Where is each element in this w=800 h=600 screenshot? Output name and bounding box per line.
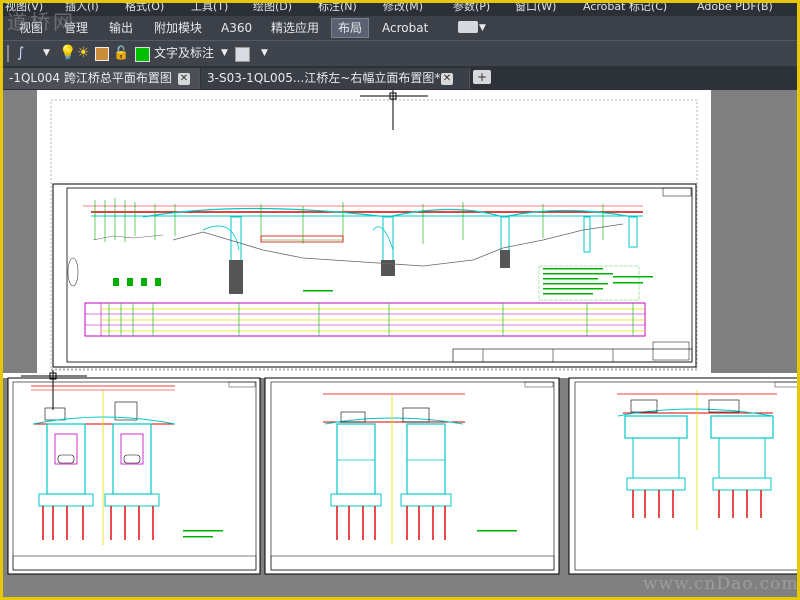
application-window: 视图(V) 插入(I) 格式(O) 工具(T) 绘图(D) 标注(N) 修改(M… [0, 0, 800, 600]
close-icon[interactable]: ✕ [178, 73, 190, 85]
elevation-viewport [52, 183, 697, 368]
freeze-viewport-icon[interactable] [95, 47, 109, 61]
watermark-bottom-right: www.cnDao.com [643, 574, 799, 594]
menu-acrobat-markup[interactable]: Acrobat 标记(C) [583, 3, 667, 13]
menu-dimension[interactable]: 标注(N) [318, 3, 357, 13]
tab-layout[interactable]: 布局 [331, 18, 370, 38]
polyline-icon[interactable]: ∫ [17, 45, 24, 62]
ribbon-display-toggle-icon[interactable] [458, 21, 478, 33]
menu-draw[interactable]: 绘图(D) [253, 3, 292, 13]
tab-a360[interactable]: A360 [215, 16, 258, 40]
file-tab-label: -1QL004 跨江桥总平面布置图 [9, 71, 172, 85]
tab-addins[interactable]: 附加模块 [148, 16, 208, 40]
pier-viewport-1 [7, 377, 261, 575]
menu-bar: 视图(V) 插入(I) 格式(O) 工具(T) 绘图(D) 标注(N) 修改(M… [3, 3, 797, 16]
layer-name[interactable]: 文字及标注 [154, 45, 214, 62]
drawing-graphics [3, 90, 797, 575]
chevron-down-icon[interactable]: ▼ [221, 45, 228, 62]
file-tab-label: 3-S03-1QL005...江桥左~右幅立面布置图* [207, 71, 441, 85]
watermark-top-left: 道桥网 [7, 10, 76, 34]
file-tab-2[interactable]: 3-S03-1QL005...江桥左~右幅立面布置图* ✕ [201, 68, 470, 89]
ribbon-tabs: 视图 管理 输出 附加模块 A360 精选应用 布局 Acrobat ▼ [3, 16, 797, 40]
menu-format[interactable]: 格式(O) [125, 3, 164, 13]
lock-icon[interactable]: 🔓 [113, 45, 129, 62]
lightbulb-icon[interactable]: 💡 [59, 45, 76, 62]
file-tabs: -1QL004 跨江桥总平面布置图 ✕ 3-S03-1QL005...江桥左~右… [3, 66, 797, 90]
chevron-down-icon[interactable]: ▼ [479, 16, 486, 40]
layer-color-swatch[interactable] [135, 47, 150, 62]
crosshair-cursor-icon [360, 90, 428, 130]
tab-featured-apps[interactable]: 精选应用 [265, 16, 325, 40]
new-tab-button[interactable]: + [473, 70, 491, 84]
menu-parametric[interactable]: 参数(P) [453, 3, 490, 13]
toolbar-grip [7, 45, 9, 62]
menu-modify[interactable]: 修改(M) [383, 3, 423, 13]
pier-viewport-2 [264, 377, 560, 575]
pier-viewport-3 [568, 377, 797, 575]
properties-toolbar: ∫ ▼ 💡 ☀ 🔓 文字及标注 ▼ ▼ [3, 40, 797, 66]
drawing-canvas[interactable] [3, 90, 797, 597]
tab-acrobat[interactable]: Acrobat [376, 16, 434, 40]
menu-tools[interactable]: 工具(T) [191, 3, 228, 13]
close-icon[interactable]: ✕ [441, 73, 453, 85]
chevron-down-icon[interactable]: ▼ [43, 45, 50, 62]
menu-window[interactable]: 窗口(W) [515, 3, 556, 13]
toolbar-overflow-icon[interactable]: ▼ [261, 45, 268, 62]
menu-adobe-pdf[interactable]: Adobe PDF(B) [697, 3, 773, 13]
file-tab-1[interactable]: -1QL004 跨江桥总平面布置图 ✕ [3, 68, 200, 89]
tab-output[interactable]: 输出 [103, 16, 139, 40]
layer-properties-icon[interactable] [235, 47, 250, 62]
sun-icon[interactable]: ☀ [77, 45, 90, 62]
